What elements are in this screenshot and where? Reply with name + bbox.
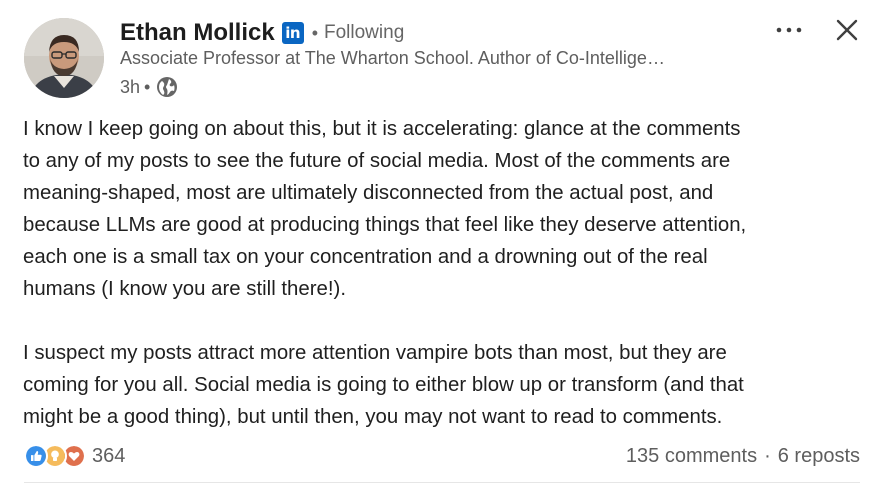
separator-dot: • — [144, 76, 151, 97]
reaction-count: 364 — [92, 444, 126, 467]
post-line: I suspect my posts attract more attentio… — [23, 342, 727, 364]
author-name-row: Ethan Mollick in • Following — [120, 16, 404, 50]
following-status[interactable]: Following — [324, 22, 404, 44]
social-counts: 364 135 comments · 6 reposts — [24, 440, 860, 472]
post-line: to any of my posts to see the future of … — [23, 150, 731, 172]
separator-dot: • — [311, 22, 318, 43]
divider — [24, 482, 860, 483]
close-button[interactable] — [830, 14, 864, 46]
reactions-summary[interactable]: 364 — [24, 444, 125, 468]
post-body: I know I keep going on about this, but i… — [23, 113, 863, 433]
linkedin-premium-badge-icon: in — [281, 22, 304, 44]
globe-icon — [156, 76, 178, 98]
close-icon — [836, 19, 858, 41]
more-horizontal-icon — [776, 27, 802, 33]
post-line: might be a good thing), but until then, … — [23, 406, 723, 428]
comments-reposts: 135 comments · 6 reposts — [626, 445, 860, 468]
comments-count-link[interactable]: 135 comments — [626, 445, 757, 468]
reposts-count-link[interactable]: 6 reposts — [778, 445, 860, 468]
separator-dot: · — [764, 444, 771, 467]
post-line: I know I keep going on about this, but i… — [23, 118, 741, 140]
post-line: each one is a small tax on your concentr… — [23, 246, 708, 268]
post-line: humans (I know you are still there!). — [23, 278, 346, 300]
author-avatar[interactable] — [24, 18, 104, 98]
post-line: meaning-shaped, most are ultimately disc… — [23, 182, 714, 204]
post-line: because LLMs are good at producing thing… — [23, 214, 747, 236]
author-name[interactable]: Ethan Mollick — [120, 19, 275, 47]
post-line: coming for you all. Social media is goin… — [23, 374, 744, 396]
author-headline: Associate Professor at The Wharton Schoo… — [120, 48, 665, 68]
more-options-button[interactable] — [772, 16, 806, 44]
reaction-icons — [24, 444, 88, 468]
post-meta: 3h • — [120, 74, 178, 100]
avatar-photo — [24, 18, 104, 98]
post-time: 3h — [120, 76, 141, 97]
like-icon — [24, 444, 48, 468]
linkedin-post: Ethan Mollick in • Following Associate P… — [0, 0, 876, 486]
